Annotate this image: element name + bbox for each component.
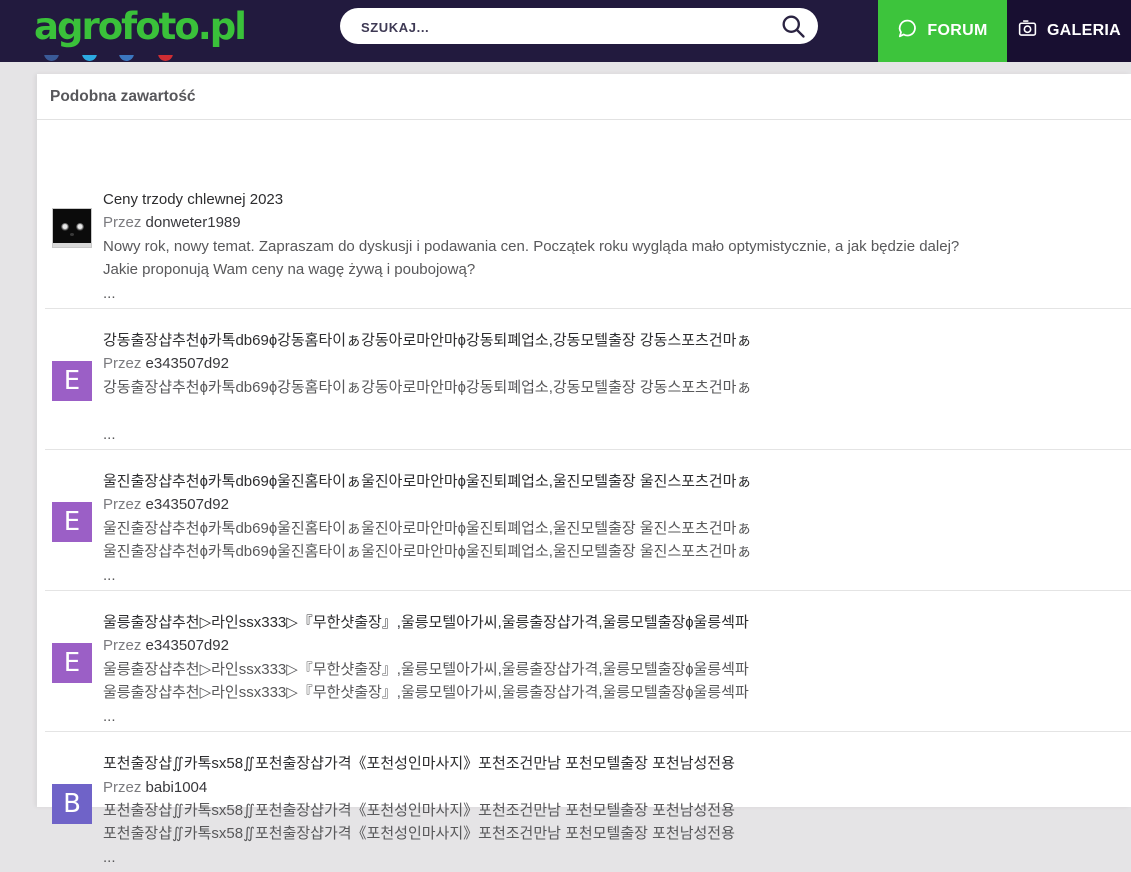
thread-byline: Przez donweter1989: [103, 211, 1131, 234]
by-label: Przez: [103, 637, 142, 655]
thread-title-link[interactable]: Ceny trzody chlewnej 2023: [103, 188, 1131, 211]
galeria-nav-label: GALERIA: [1046, 22, 1122, 39]
thread-preview-line: 울진출장샵추천ɸ카톡db69ɸ울진홈타이ぁ울진아로마안마ɸ울진퇴폐업소,울진모텔…: [103, 543, 752, 561]
page-background: Podobna zawartość Ceny trzody chlewnej 2…: [0, 62, 1131, 866]
table-row: B 포천출장샵∬카톡sx58∬포천출장샵가격《포천성인마사지》포천조건만남 포천…: [45, 731, 1131, 872]
thread-preview-line: 강동출장샵추천ɸ카톡db69ɸ강동홈타이ぁ강동아로마안마ɸ강동퇴폐업소,강동모텔…: [103, 378, 752, 396]
thread-content: Ceny trzody chlewnej 2023 Przez donweter…: [103, 188, 1131, 305]
thread-preview-ellipsis: ...: [103, 566, 116, 584]
thread-preview-line: Nowy rok, nowy temat. Zapraszam do dysku…: [103, 237, 960, 255]
similar-content-panel: Podobna zawartość Ceny trzody chlewnej 2…: [37, 74, 1131, 866]
avatar[interactable]: E: [52, 643, 92, 684]
author-link[interactable]: donweter1989: [146, 214, 241, 231]
table-row: E 강동출장샵추천ɸ카톡db69ɸ강동홈타이ぁ강동아로마안마ɸ강동퇴폐업소,강동…: [45, 308, 1131, 449]
author-link[interactable]: e343507d92: [146, 637, 229, 654]
photo-caption-strip: [53, 243, 91, 247]
author-link[interactable]: e343507d92: [146, 355, 229, 372]
cat-nose-icon: [70, 233, 74, 236]
thread-title-link[interactable]: 포천출장샵∬카톡sx58∬포천출장샵가격《포천성인마사지》포천조건만남 포천모텔…: [103, 752, 1131, 775]
author-link[interactable]: babi1004: [146, 779, 208, 796]
thread-content: 울릉출장샵추천▷라인ssx333▷『무한샷출장』,울릉모텔아가씨,울릉출장샵가격…: [103, 611, 1131, 728]
cat-eye-icon: [61, 223, 69, 231]
avatar-letter: E: [63, 648, 81, 679]
thread-byline: Przez babi1004: [103, 776, 1131, 799]
table-row: E 울릉출장샵추천▷라인ssx333▷『무한샷출장』,울릉모텔아가씨,울릉출장샵…: [45, 590, 1131, 731]
search-button[interactable]: [778, 12, 808, 42]
thread-preview-ellipsis: ...: [103, 284, 116, 302]
avatar[interactable]: B: [52, 784, 92, 825]
site-logo[interactable]: agrofoto.pl: [34, 5, 247, 48]
table-row: E 울진출장샵추천ɸ카톡db69ɸ울진홈타이ぁ울진아로마안마ɸ울진퇴폐업소,울진…: [45, 449, 1131, 590]
forum-nav-label: FORUM: [927, 22, 988, 39]
youtube-icon[interactable]: [158, 55, 173, 61]
avatar-letter: E: [63, 507, 81, 538]
thread-content: 포천출장샵∬카톡sx58∬포천출장샵가격《포천성인마사지》포천조건만남 포천모텔…: [103, 752, 1131, 869]
avatar[interactable]: E: [52, 502, 92, 543]
avatar[interactable]: [52, 208, 92, 248]
thread-content: 강동출장샵추천ɸ카톡db69ɸ강동홈타이ぁ강동아로마안마ɸ강동퇴폐업소,강동모텔…: [103, 329, 1131, 446]
facebook-icon[interactable]: [44, 55, 59, 61]
thread-title-link[interactable]: 강동출장샵추천ɸ카톡db69ɸ강동홈타이ぁ강동아로마안마ɸ강동퇴폐업소,강동모텔…: [103, 329, 1131, 352]
cat-eye-icon: [76, 223, 84, 231]
search-input[interactable]: [359, 8, 753, 46]
thread-preview-ellipsis: ...: [103, 425, 116, 443]
social-icons-row: [44, 55, 178, 63]
table-row: Ceny trzody chlewnej 2023 Przez donweter…: [45, 120, 1131, 308]
thread-preview-line: 포천출장샵∬카톡sx58∬포천출장샵가격《포천성인마사지》포천조건만남 포천모텔…: [103, 801, 735, 819]
thread-title-link[interactable]: 울진출장샵추천ɸ카톡db69ɸ울진홈타이ぁ울진아로마안마ɸ울진퇴폐업소,울진모텔…: [103, 470, 1131, 493]
by-label: Przez: [103, 778, 142, 796]
thread-preview-line: 포천출장샵∬카톡sx58∬포천출장샵가격《포천성인마사지》포천조건만남 포천모텔…: [103, 825, 735, 843]
avatar-letter: E: [63, 366, 81, 397]
by-label: Przez: [103, 496, 142, 514]
camera-icon: [1017, 18, 1038, 44]
thread-preview-ellipsis: ...: [103, 848, 116, 866]
speech-bubble-icon: [897, 18, 918, 44]
author-link[interactable]: e343507d92: [146, 496, 229, 513]
top-navbar: agrofoto.pl FORUM GAL: [0, 0, 1131, 62]
by-label: Przez: [103, 214, 142, 232]
thread-title-link[interactable]: 울릉출장샵추천▷라인ssx333▷『무한샷출장』,울릉모텔아가씨,울릉출장샵가격…: [103, 611, 1131, 634]
thread-content: 울진출장샵추천ɸ카톡db69ɸ울진홈타이ぁ울진아로마안마ɸ울진퇴폐업소,울진모텔…: [103, 470, 1131, 587]
thread-preview-line: 울릉출장샵추천▷라인ssx333▷『무한샷출장』,울릉모텔아가씨,울릉출장샵가격…: [103, 660, 749, 678]
thread-preview-line: Jakie proponują Wam ceny na wagę żywą i …: [103, 261, 476, 279]
thread-preview-line: 울릉출장샵추천▷라인ssx333▷『무한샷출장』,울릉모텔아가씨,울릉출장샵가격…: [103, 684, 749, 702]
thread-byline: Przez e343507d92: [103, 634, 1131, 657]
avatar-letter: B: [63, 789, 81, 820]
galeria-nav-button[interactable]: GALERIA: [1007, 0, 1131, 62]
thread-byline: Przez e343507d92: [103, 493, 1131, 516]
search-icon: [779, 15, 807, 43]
search-bar: [340, 8, 818, 46]
thread-preview-line: [103, 399, 1131, 422]
linkedin-icon[interactable]: [119, 55, 134, 61]
thread-preview-ellipsis: ...: [103, 707, 116, 725]
avatar[interactable]: E: [52, 361, 92, 402]
forum-nav-button[interactable]: FORUM: [878, 0, 1007, 62]
thread-list: Ceny trzody chlewnej 2023 Przez donweter…: [45, 120, 1131, 872]
panel-header: Podobna zawartość: [37, 74, 1131, 120]
thread-byline: Przez e343507d92: [103, 352, 1131, 375]
panel-title: Podobna zawartość: [50, 87, 196, 105]
twitter-icon[interactable]: [82, 55, 97, 61]
by-label: Przez: [103, 355, 142, 373]
thread-preview-line: 울진출장샵추천ɸ카톡db69ɸ울진홈타이ぁ울진아로마안마ɸ울진퇴폐업소,울진모텔…: [103, 519, 752, 537]
